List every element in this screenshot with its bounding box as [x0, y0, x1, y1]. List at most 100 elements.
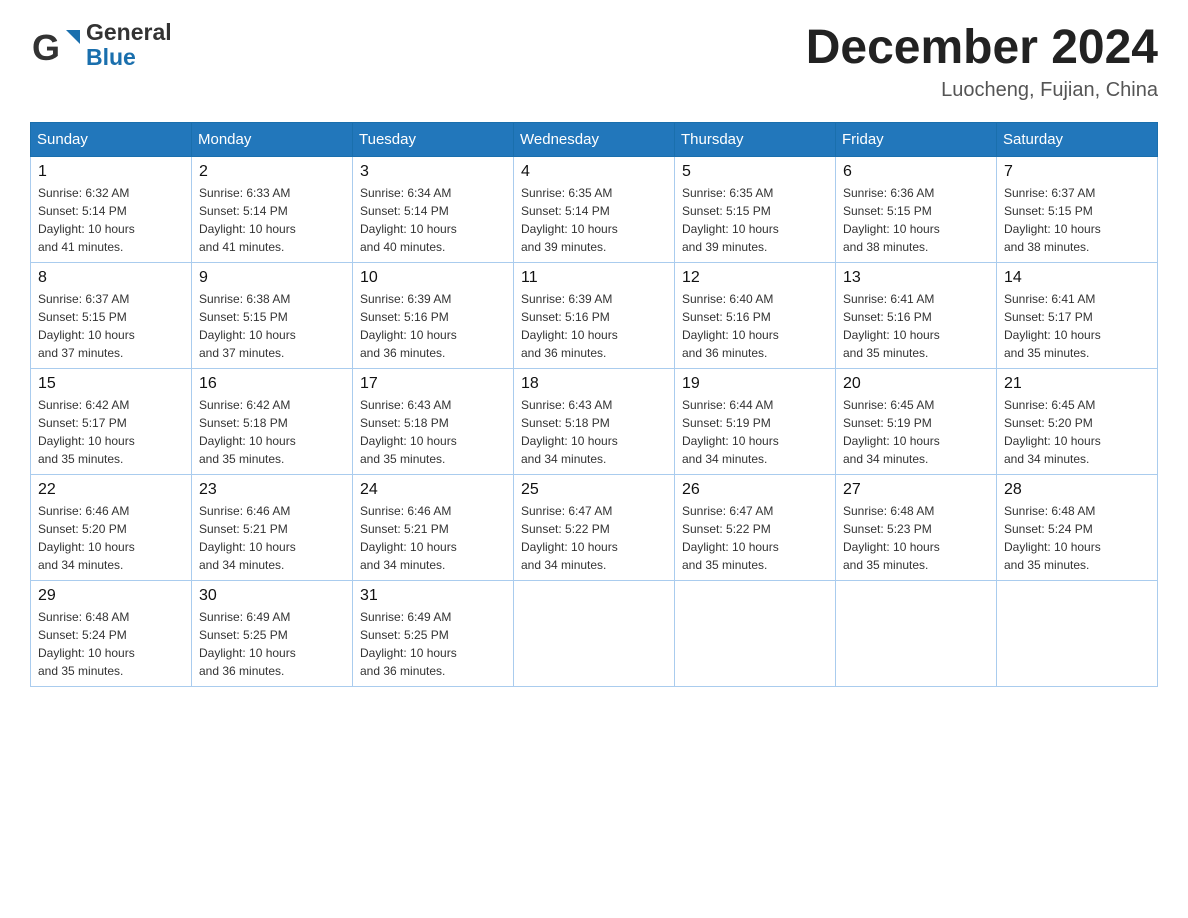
calendar-title: December 2024 [806, 20, 1158, 75]
col-sunday: Sunday [31, 123, 192, 157]
calendar-cell: 9 Sunrise: 6:38 AMSunset: 5:15 PMDaylight… [192, 263, 353, 369]
day-number: 10 [360, 269, 506, 287]
calendar-cell: 25 Sunrise: 6:47 AMSunset: 5:22 PMDayligh… [514, 475, 675, 581]
day-info: Sunrise: 6:49 AMSunset: 5:25 PMDaylight:… [199, 608, 345, 680]
day-info: Sunrise: 6:42 AMSunset: 5:17 PMDaylight:… [38, 396, 184, 468]
col-monday: Monday [192, 123, 353, 157]
day-number: 17 [360, 375, 506, 393]
day-info: Sunrise: 6:41 AMSunset: 5:16 PMDaylight:… [843, 290, 989, 362]
day-number: 15 [38, 375, 184, 393]
calendar-cell: 7Sunrise: 6:37 AMSunset: 5:15 PMDaylight… [997, 157, 1158, 263]
title-area: December 2024 Luocheng, Fujian, China [806, 20, 1158, 102]
day-info: Sunrise: 6:49 AMSunset: 5:25 PMDaylight:… [360, 608, 506, 680]
day-info: Sunrise: 6:39 AMSunset: 5:16 PMDaylight:… [521, 290, 667, 362]
logo-blue-text: Blue [86, 45, 172, 70]
calendar-cell: 20 Sunrise: 6:45 AMSunset: 5:19 PMDayligh… [836, 369, 997, 475]
day-number: 8 [38, 269, 184, 287]
day-number: 5 [682, 163, 828, 181]
week-row-1: 1 Sunrise: 6:32 AMSunset: 5:14 PMDaylight… [31, 157, 1158, 263]
day-number: 25 [521, 481, 667, 499]
page-header: G General Blue December 2024 Luocheng, F… [30, 20, 1158, 102]
calendar-cell: 27Sunrise: 6:48 AMSunset: 5:23 PMDayligh… [836, 475, 997, 581]
day-info: Sunrise: 6:35 AMSunset: 5:15 PMDaylight:… [682, 184, 828, 256]
day-info: Sunrise: 6:42 AMSunset: 5:18 PMDaylight:… [199, 396, 345, 468]
day-number: 18 [521, 375, 667, 393]
col-friday: Friday [836, 123, 997, 157]
day-info: Sunrise: 6:45 AMSunset: 5:19 PMDaylight:… [843, 396, 989, 468]
day-number: 16 [199, 375, 345, 393]
week-row-4: 22 Sunrise: 6:46 AMSunset: 5:20 PMDayligh… [31, 475, 1158, 581]
day-number: 14 [1004, 269, 1150, 287]
calendar-cell: 16 Sunrise: 6:42 AMSunset: 5:18 PMDayligh… [192, 369, 353, 475]
calendar-cell: 6 Sunrise: 6:36 AMSunset: 5:15 PMDaylight… [836, 157, 997, 263]
day-number: 26 [682, 481, 828, 499]
day-info: Sunrise: 6:46 AMSunset: 5:21 PMDaylight:… [360, 502, 506, 574]
col-thursday: Thursday [675, 123, 836, 157]
day-number: 13 [843, 269, 989, 287]
day-info: Sunrise: 6:33 AMSunset: 5:14 PMDaylight:… [199, 184, 345, 256]
calendar-cell: 19Sunrise: 6:44 AMSunset: 5:19 PMDayligh… [675, 369, 836, 475]
day-info: Sunrise: 6:43 AMSunset: 5:18 PMDaylight:… [360, 396, 506, 468]
day-number: 20 [843, 375, 989, 393]
day-number: 19 [682, 375, 828, 393]
week-row-5: 29Sunrise: 6:48 AMSunset: 5:24 PMDayligh… [31, 581, 1158, 687]
day-number: 1 [38, 163, 184, 181]
calendar-cell: 5 Sunrise: 6:35 AMSunset: 5:15 PMDaylight… [675, 157, 836, 263]
calendar-cell: 21Sunrise: 6:45 AMSunset: 5:20 PMDayligh… [997, 369, 1158, 475]
calendar-cell: 22 Sunrise: 6:46 AMSunset: 5:20 PMDayligh… [31, 475, 192, 581]
day-info: Sunrise: 6:47 AMSunset: 5:22 PMDaylight:… [521, 502, 667, 574]
calendar-table: Sunday Monday Tuesday Wednesday Thursday… [30, 122, 1158, 687]
day-number: 7 [1004, 163, 1150, 181]
day-info: Sunrise: 6:34 AMSunset: 5:14 PMDaylight:… [360, 184, 506, 256]
calendar-cell: 15 Sunrise: 6:42 AMSunset: 5:17 PMDayligh… [31, 369, 192, 475]
day-number: 4 [521, 163, 667, 181]
calendar-cell: 24Sunrise: 6:46 AMSunset: 5:21 PMDayligh… [353, 475, 514, 581]
calendar-cell: 30Sunrise: 6:49 AMSunset: 5:25 PMDayligh… [192, 581, 353, 687]
calendar-cell [836, 581, 997, 687]
day-number: 21 [1004, 375, 1150, 393]
calendar-body: 1 Sunrise: 6:32 AMSunset: 5:14 PMDaylight… [31, 157, 1158, 687]
day-number: 11 [521, 269, 667, 287]
day-number: 28 [1004, 481, 1150, 499]
calendar-cell: 14 Sunrise: 6:41 AMSunset: 5:17 PMDayligh… [997, 263, 1158, 369]
calendar-cell [514, 581, 675, 687]
col-tuesday: Tuesday [353, 123, 514, 157]
logo-icon: G [30, 22, 80, 72]
calendar-subtitle: Luocheng, Fujian, China [806, 79, 1158, 102]
calendar-cell: 26 Sunrise: 6:47 AMSunset: 5:22 PMDayligh… [675, 475, 836, 581]
day-number: 22 [38, 481, 184, 499]
calendar-cell: 23Sunrise: 6:46 AMSunset: 5:21 PMDayligh… [192, 475, 353, 581]
day-info: Sunrise: 6:40 AMSunset: 5:16 PMDaylight:… [682, 290, 828, 362]
calendar-cell: 11 Sunrise: 6:39 AMSunset: 5:16 PMDayligh… [514, 263, 675, 369]
calendar-cell: 4Sunrise: 6:35 AMSunset: 5:14 PMDaylight… [514, 157, 675, 263]
col-wednesday: Wednesday [514, 123, 675, 157]
calendar-cell: 18Sunrise: 6:43 AMSunset: 5:18 PMDayligh… [514, 369, 675, 475]
logo-name: General Blue [86, 20, 172, 71]
day-info: Sunrise: 6:48 AMSunset: 5:23 PMDaylight:… [843, 502, 989, 574]
day-info: Sunrise: 6:38 AMSunset: 5:15 PMDaylight:… [199, 290, 345, 362]
day-number: 2 [199, 163, 345, 181]
calendar-cell: 12 Sunrise: 6:40 AMSunset: 5:16 PMDayligh… [675, 263, 836, 369]
day-info: Sunrise: 6:47 AMSunset: 5:22 PMDaylight:… [682, 502, 828, 574]
day-info: Sunrise: 6:39 AMSunset: 5:16 PMDaylight:… [360, 290, 506, 362]
day-info: Sunrise: 6:41 AMSunset: 5:17 PMDaylight:… [1004, 290, 1150, 362]
day-number: 29 [38, 587, 184, 605]
calendar-cell: 29Sunrise: 6:48 AMSunset: 5:24 PMDayligh… [31, 581, 192, 687]
header-row: Sunday Monday Tuesday Wednesday Thursday… [31, 123, 1158, 157]
calendar-cell: 2 Sunrise: 6:33 AMSunset: 5:14 PMDaylight… [192, 157, 353, 263]
logo: G General Blue [30, 20, 172, 72]
day-info: Sunrise: 6:37 AMSunset: 5:15 PMDaylight:… [38, 290, 184, 362]
day-number: 6 [843, 163, 989, 181]
day-info: Sunrise: 6:36 AMSunset: 5:15 PMDaylight:… [843, 184, 989, 256]
calendar-cell: 3 Sunrise: 6:34 AMSunset: 5:14 PMDaylight… [353, 157, 514, 263]
calendar-cell: 31 Sunrise: 6:49 AMSunset: 5:25 PMDayligh… [353, 581, 514, 687]
day-number: 9 [199, 269, 345, 287]
day-number: 3 [360, 163, 506, 181]
calendar-cell: 8 Sunrise: 6:37 AMSunset: 5:15 PMDaylight… [31, 263, 192, 369]
day-number: 31 [360, 587, 506, 605]
week-row-3: 15 Sunrise: 6:42 AMSunset: 5:17 PMDayligh… [31, 369, 1158, 475]
day-info: Sunrise: 6:32 AMSunset: 5:14 PMDaylight:… [38, 184, 184, 256]
day-number: 12 [682, 269, 828, 287]
calendar-cell [997, 581, 1158, 687]
day-info: Sunrise: 6:46 AMSunset: 5:20 PMDaylight:… [38, 502, 184, 574]
